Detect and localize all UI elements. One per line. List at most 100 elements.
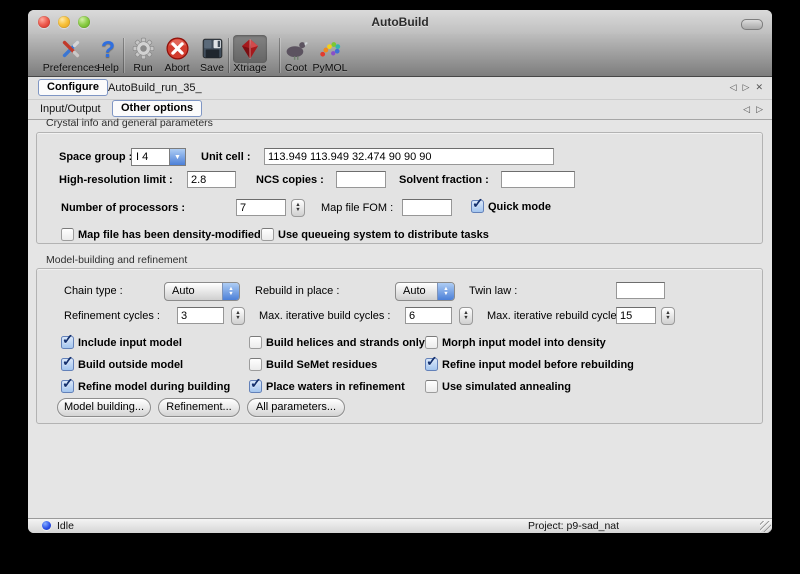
checkbox-icon [425, 380, 438, 393]
resize-grip[interactable] [760, 521, 771, 532]
checkbox-place-waters[interactable]: ✓ Place waters in refinement [249, 379, 429, 395]
xtriage-crystal-icon [233, 35, 267, 63]
nproc-stepper[interactable]: ▲▼ [291, 199, 305, 217]
all-parameters-button[interactable]: All parameters... [247, 398, 345, 417]
status-text: Idle [57, 519, 74, 533]
popup-arrows-icon: ▲▼ [222, 283, 239, 300]
sub-tab-nav-controls: ◁ ▷ [743, 103, 763, 115]
checkbox-icon [249, 336, 262, 349]
unit-cell-field[interactable] [264, 148, 554, 165]
ncs-copies-label: NCS copies : [256, 171, 324, 189]
rebuild-in-place-popup[interactable]: Auto ▲▼ [395, 282, 455, 301]
map-fom-label: Map file FOM : [321, 199, 393, 217]
checkbox-refine-during-building[interactable]: ✓ Refine model during building [61, 379, 241, 395]
space-group-value: I 4 [132, 149, 169, 165]
checkbox-icon: ✓ [425, 358, 438, 371]
checkbox-morph-input-model[interactable]: Morph input model into density [425, 335, 615, 351]
tab-autobuild-run[interactable]: AutoBuild_run_35_ [108, 82, 202, 94]
model-group-box: Chain type : Auto ▲▼ Rebuild in place : … [36, 268, 763, 424]
map-fom-field[interactable] [402, 199, 452, 216]
rebuild-in-place-label: Rebuild in place : [255, 282, 339, 300]
checkbox-icon: ✓ [471, 200, 484, 213]
checkbox-label: Include input model [78, 335, 182, 351]
tab-forward-icon[interactable]: ▷ [743, 81, 750, 93]
checkbox-label: Use simulated annealing [442, 379, 571, 395]
tab-forward-icon[interactable]: ▷ [756, 103, 763, 115]
ncs-copies-field[interactable] [336, 171, 386, 188]
tab-configure[interactable]: Configure [38, 79, 108, 96]
close-window-button[interactable] [38, 16, 50, 28]
popup-arrows-icon: ▲▼ [437, 283, 454, 300]
max-rebuild-cycles-field[interactable] [616, 307, 656, 324]
checkbox-build-helices-strands[interactable]: Build helices and strands only [249, 335, 419, 351]
max-build-cycles-stepper[interactable]: ▲▼ [459, 307, 473, 325]
status-bar: Idle Project: p9-sad_nat [28, 518, 772, 533]
zoom-window-button[interactable] [78, 16, 90, 28]
refinement-cycles-label: Refinement cycles : [64, 307, 160, 325]
max-rebuild-cycles-label: Max. iterative rebuild cycles : [487, 307, 628, 325]
project-label: Project: p9-sad_nat [528, 519, 619, 533]
pymol-rainbow-icon [313, 35, 347, 63]
checkbox-icon: ✓ [61, 358, 74, 371]
tab-back-icon[interactable]: ◁ [730, 81, 737, 93]
title-bar[interactable]: AutoBuild [28, 10, 772, 34]
checkbox-density-modified[interactable]: Map file has been density-modified [61, 227, 251, 243]
high-res-field[interactable] [187, 171, 236, 188]
refinement-cycles-stepper[interactable]: ▲▼ [231, 307, 245, 325]
checkbox-label: Refine model during building [78, 379, 230, 395]
checkbox-icon: ✓ [61, 380, 74, 393]
model-building-button[interactable]: Model building... [57, 398, 151, 417]
tab-nav-controls: ◁ ▷ ✕ [730, 81, 763, 93]
tab-close-icon[interactable]: ✕ [755, 81, 763, 93]
space-group-combobox[interactable]: I 4 ▼ [131, 148, 186, 166]
max-build-cycles-label: Max. iterative build cycles : [259, 307, 390, 325]
unit-cell-label: Unit cell : [201, 148, 251, 166]
checkbox-label: Use queueing system to distribute tasks [278, 227, 489, 243]
solvent-fraction-label: Solvent fraction : [399, 171, 489, 189]
solvent-fraction-field[interactable] [501, 171, 575, 188]
checkbox-label: Map file has been density-modified [78, 227, 261, 243]
checkbox-build-outside-model[interactable]: ✓ Build outside model [61, 357, 221, 373]
window-title: AutoBuild [28, 10, 772, 34]
checkbox-quick-mode[interactable]: ✓ Quick mode [471, 199, 591, 215]
max-build-cycles-field[interactable] [405, 307, 452, 324]
checkbox-icon: ✓ [249, 380, 262, 393]
notebook-tab-bar: Configure AutoBuild_run_35_ ◁ ▷ ✕ [28, 77, 772, 100]
refinement-button[interactable]: Refinement... [158, 398, 240, 417]
tab-other-options[interactable]: Other options [112, 100, 202, 117]
options-panel: Crystal info and general parameters Spac… [28, 120, 772, 519]
max-rebuild-cycles-stepper[interactable]: ▲▼ [661, 307, 675, 325]
checkbox-queueing-system[interactable]: Use queueing system to distribute tasks [261, 227, 481, 243]
checkbox-icon [249, 358, 262, 371]
chain-type-popup[interactable]: Auto ▲▼ [164, 282, 240, 301]
checkbox-build-semet-residues[interactable]: Build SeMet residues [249, 357, 419, 373]
crystal-group-title: Crystal info and general parameters [46, 117, 213, 129]
checkbox-include-input-model[interactable]: ✓ Include input model [61, 335, 221, 351]
high-res-label: High-resolution limit : [59, 171, 173, 189]
checkbox-label: Refine input model before rebuilding [442, 357, 634, 373]
tab-input-output[interactable]: Input/Output [40, 103, 101, 115]
toolbar-toggle-button[interactable] [741, 19, 763, 30]
toolbar-label: PyMOL [298, 63, 362, 74]
checkbox-label: Build outside model [78, 357, 183, 373]
twin-law-label: Twin law : [469, 282, 517, 300]
chain-type-value: Auto [165, 283, 222, 300]
checkbox-icon [425, 336, 438, 349]
checkbox-simulated-annealing[interactable]: Use simulated annealing [425, 379, 595, 395]
dropdown-arrow-icon[interactable]: ▼ [169, 149, 185, 165]
nproc-field[interactable] [236, 199, 286, 216]
checkbox-label: Build helices and strands only [266, 335, 425, 351]
model-group-title: Model-building and refinement [46, 254, 187, 266]
toolbar: Preferences ? Help Run [28, 34, 772, 77]
checkbox-refine-before-rebuilding[interactable]: ✓ Refine input model before rebuilding [425, 357, 635, 373]
window-controls [38, 16, 90, 28]
checkbox-label: Build SeMet residues [266, 357, 377, 373]
status-led-icon [42, 521, 51, 530]
crystal-group-box: Space group : I 4 ▼ Unit cell : High-res… [36, 132, 763, 244]
tab-back-icon[interactable]: ◁ [743, 103, 750, 115]
toolbar-button-pymol[interactable]: PyMOL [298, 35, 362, 74]
twin-law-field[interactable] [616, 282, 665, 299]
checkbox-icon: ✓ [61, 336, 74, 349]
minimize-window-button[interactable] [58, 16, 70, 28]
refinement-cycles-field[interactable] [177, 307, 224, 324]
